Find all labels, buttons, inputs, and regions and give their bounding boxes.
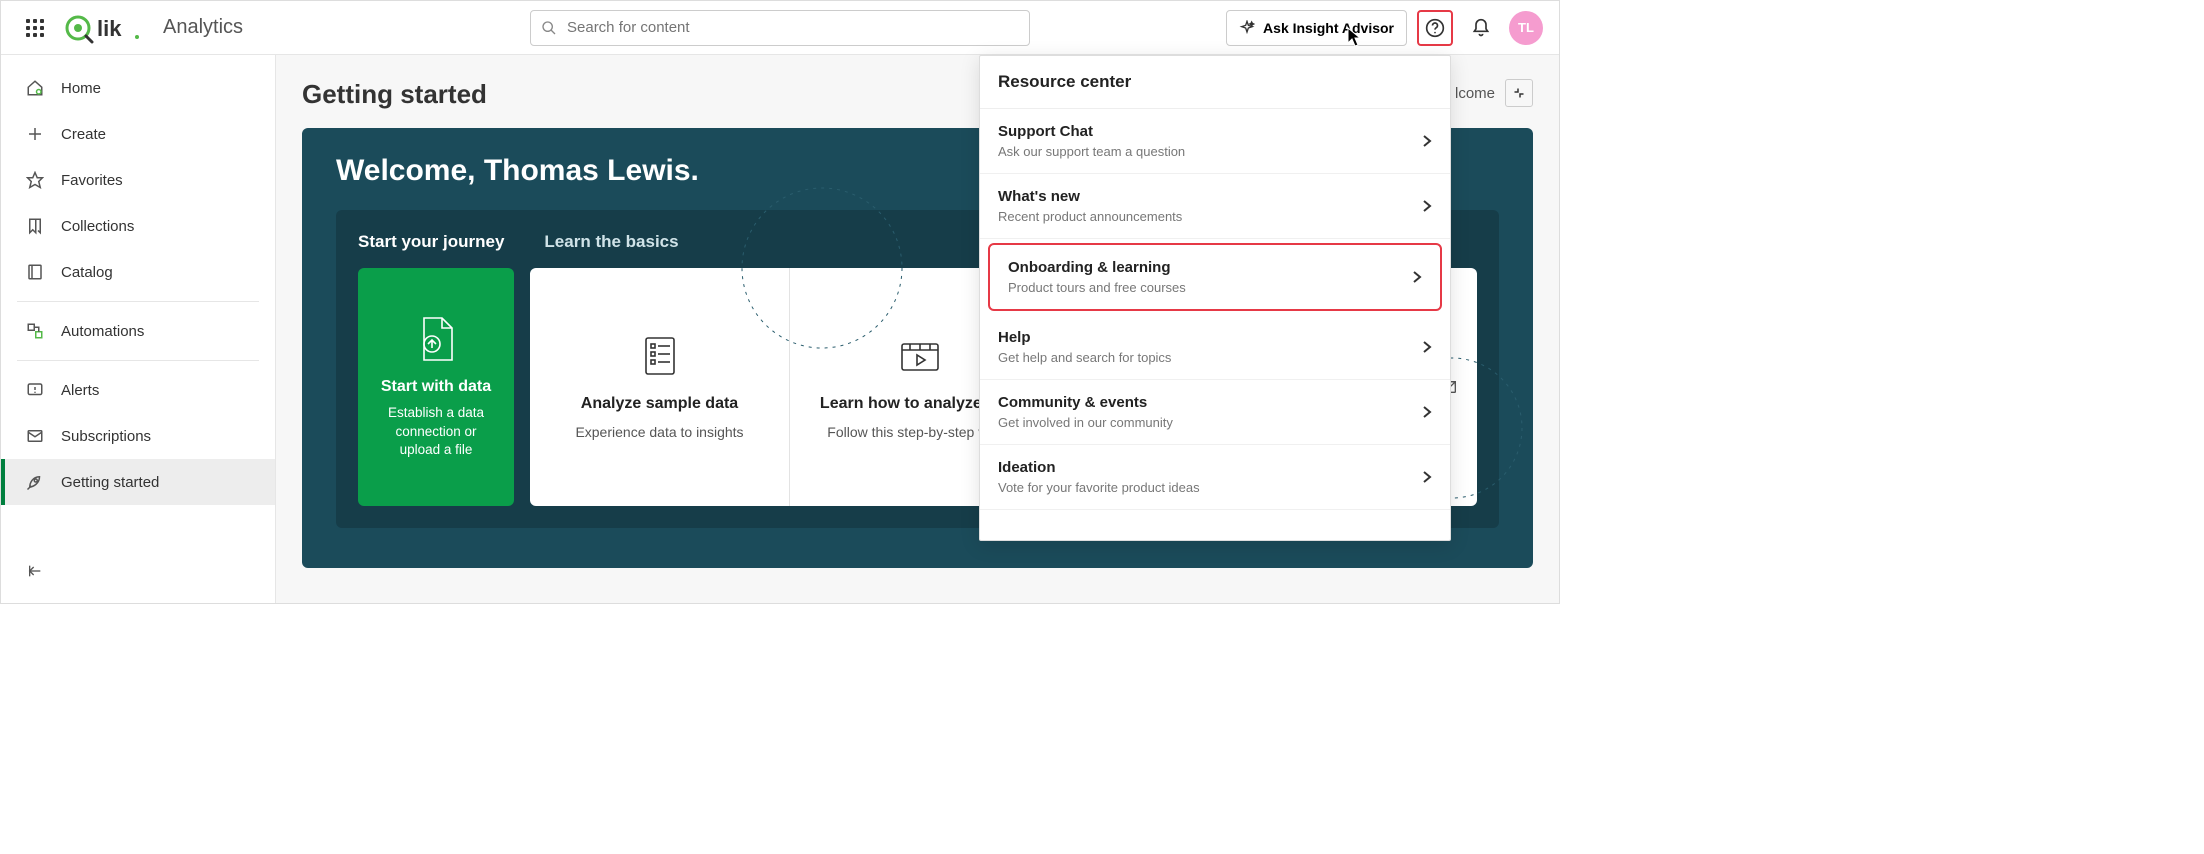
brand-section: Analytics: [163, 16, 243, 39]
rc-item-onboarding-learning[interactable]: Onboarding & learning Product tours and …: [988, 243, 1442, 311]
resource-center-popover: Resource center Support Chat Ask our sup…: [979, 55, 1451, 541]
catalog-icon: [25, 263, 45, 281]
chevron-right-icon: [1422, 470, 1432, 484]
sidebar-item-label: Getting started: [61, 474, 159, 491]
plus-icon: [25, 125, 45, 143]
sidebar-item-label: Favorites: [61, 172, 123, 189]
sidebar-collapse-button[interactable]: [1, 549, 275, 593]
sparkle-icon: [1239, 20, 1255, 36]
app-launcher-button[interactable]: [17, 10, 53, 46]
qlik-logo-icon: lik: [65, 12, 141, 44]
sidebar-item-label: Home: [61, 80, 101, 97]
video-icon: [898, 331, 942, 381]
user-avatar[interactable]: TL: [1509, 11, 1543, 45]
chevron-right-icon: [1422, 199, 1432, 213]
list-icon: [640, 331, 680, 381]
resource-center-title: Resource center: [980, 56, 1450, 109]
card-title: Start with data: [381, 378, 491, 396]
alert-icon: [25, 381, 45, 399]
sidebar-item-label: Catalog: [61, 264, 113, 281]
rc-item-help[interactable]: Help Get help and search for topics: [980, 315, 1450, 380]
notifications-button[interactable]: [1463, 10, 1499, 46]
file-upload-icon: [414, 314, 458, 364]
sidebar-item-catalog[interactable]: Catalog: [1, 249, 275, 295]
help-icon: [1425, 18, 1445, 38]
chevron-right-icon: [1422, 405, 1432, 419]
rocket-icon: [25, 473, 45, 491]
sidebar-item-label: Alerts: [61, 382, 99, 399]
card-desc: Experience data to insights: [575, 423, 743, 443]
sidebar-item-label: Collections: [61, 218, 134, 235]
sidebar-item-create[interactable]: Create: [1, 111, 275, 157]
rc-item-support-chat[interactable]: Support Chat Ask our support team a ques…: [980, 109, 1450, 174]
compress-icon: [1513, 87, 1525, 99]
automation-icon: [25, 322, 45, 340]
sidebar-item-alerts[interactable]: Alerts: [1, 367, 275, 413]
brand-logo[interactable]: lik Analytics: [65, 12, 243, 44]
ask-insight-advisor-button[interactable]: Ask Insight Advisor: [1226, 10, 1407, 46]
sidebar-item-subscriptions[interactable]: Subscriptions: [1, 413, 275, 459]
card-title: Analyze sample data: [581, 395, 738, 413]
journey-tab-start[interactable]: Start your journey: [358, 232, 504, 252]
collapse-icon: [25, 563, 45, 579]
sidebar: Home Create Favorites Collections Catalo: [1, 55, 276, 603]
sidebar-item-label: Create: [61, 126, 106, 143]
bookmark-icon: [25, 217, 45, 235]
rc-item-community-events[interactable]: Community & events Get involved in our c…: [980, 380, 1450, 445]
collapse-hero-button[interactable]: [1505, 79, 1533, 107]
sidebar-item-automations[interactable]: Automations: [1, 308, 275, 354]
search-input[interactable]: [567, 19, 1019, 36]
bell-icon: [1471, 18, 1491, 38]
card-start-with-data[interactable]: Start with data Establish a data connect…: [358, 268, 514, 506]
apps-grid-icon: [26, 19, 44, 37]
search-icon: [541, 20, 557, 36]
sidebar-item-label: Automations: [61, 323, 144, 340]
sidebar-item-favorites[interactable]: Favorites: [1, 157, 275, 203]
global-search[interactable]: [530, 10, 1030, 46]
welcome-strip: lcome: [1455, 79, 1533, 107]
card-analyze-sample-data[interactable]: Analyze sample data Experience data to i…: [530, 268, 789, 506]
chevron-right-icon: [1422, 134, 1432, 148]
journey-tab-basics[interactable]: Learn the basics: [544, 232, 678, 252]
sidebar-item-label: Subscriptions: [61, 428, 151, 445]
rc-item-ideation[interactable]: Ideation Vote for your favorite product …: [980, 445, 1450, 510]
help-button[interactable]: [1417, 10, 1453, 46]
home-icon: [25, 79, 45, 97]
chevron-right-icon: [1412, 270, 1422, 284]
chevron-right-icon: [1422, 340, 1432, 354]
sidebar-item-getting-started[interactable]: Getting started: [1, 459, 275, 505]
sidebar-item-collections[interactable]: Collections: [1, 203, 275, 249]
card-desc: Establish a data connection or upload a …: [374, 404, 498, 461]
mail-icon: [25, 427, 45, 445]
rc-item-whats-new[interactable]: What's new Recent product announcements: [980, 174, 1450, 239]
svg-text:lik: lik: [97, 16, 122, 41]
sidebar-item-home[interactable]: Home: [1, 65, 275, 111]
topbar: lik Analytics Ask Insight Advisor: [1, 1, 1559, 55]
star-icon: [25, 171, 45, 189]
